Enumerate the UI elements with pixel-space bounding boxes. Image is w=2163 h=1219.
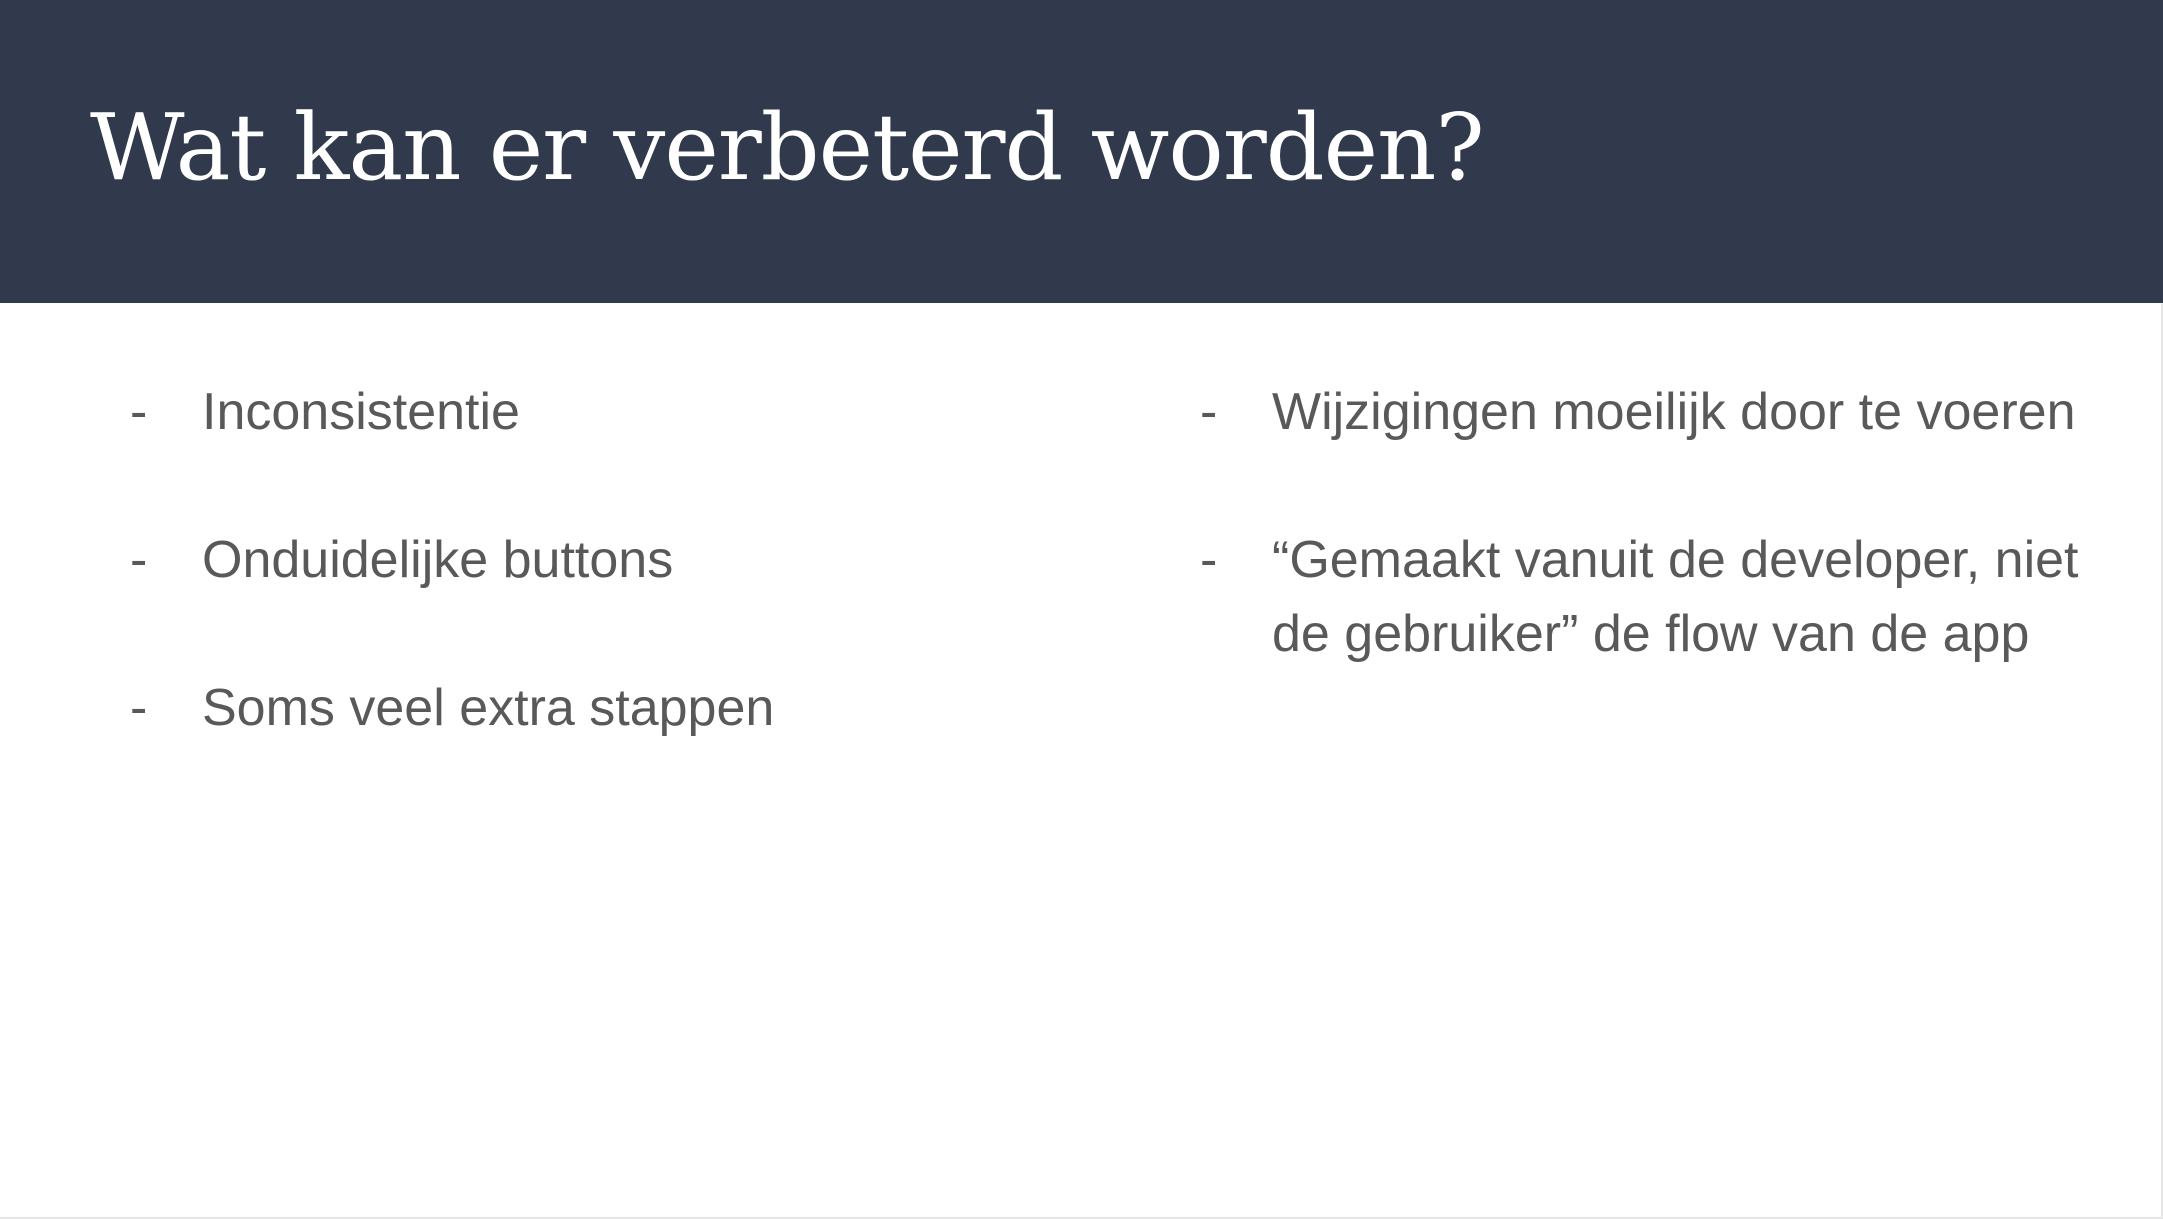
list-item: - Inconsistentie xyxy=(130,375,1030,449)
bullet-dash: - xyxy=(130,679,148,737)
list-item: - Soms veel extra stappen xyxy=(130,671,1030,745)
list-item-text: Inconsistentie xyxy=(202,383,520,441)
left-bullet-list: - Inconsistentie - Onduidelijke buttons … xyxy=(130,375,1030,745)
list-item-text: Soms veel extra stappen xyxy=(202,679,775,737)
slide: Wat kan er verbeterd worden? - Inconsist… xyxy=(0,0,2163,1219)
slide-title: Wat kan er verbeterd worden? xyxy=(90,94,1485,201)
bullet-dash: - xyxy=(1200,531,1218,589)
list-item: - “Gemaakt vanuit de developer, niet de … xyxy=(1200,523,2080,671)
list-item: - Onduidelijke buttons xyxy=(130,523,1030,597)
bullet-dash: - xyxy=(130,531,148,589)
bullet-dash: - xyxy=(1200,383,1218,441)
list-item-text: Onduidelijke buttons xyxy=(202,531,674,589)
bullet-dash: - xyxy=(130,383,148,441)
list-item-text: “Gemaakt vanuit de developer, niet de ge… xyxy=(1272,531,2079,663)
list-item-text: Wijzigingen moeilijk door te voeren xyxy=(1272,383,2076,441)
list-item: - Wijzigingen moeilijk door te voeren xyxy=(1200,375,2080,449)
right-bullet-list: - Wijzigingen moeilijk door te voeren - … xyxy=(1200,375,2080,671)
header-band: Wat kan er verbeterd worden? xyxy=(0,0,2163,303)
